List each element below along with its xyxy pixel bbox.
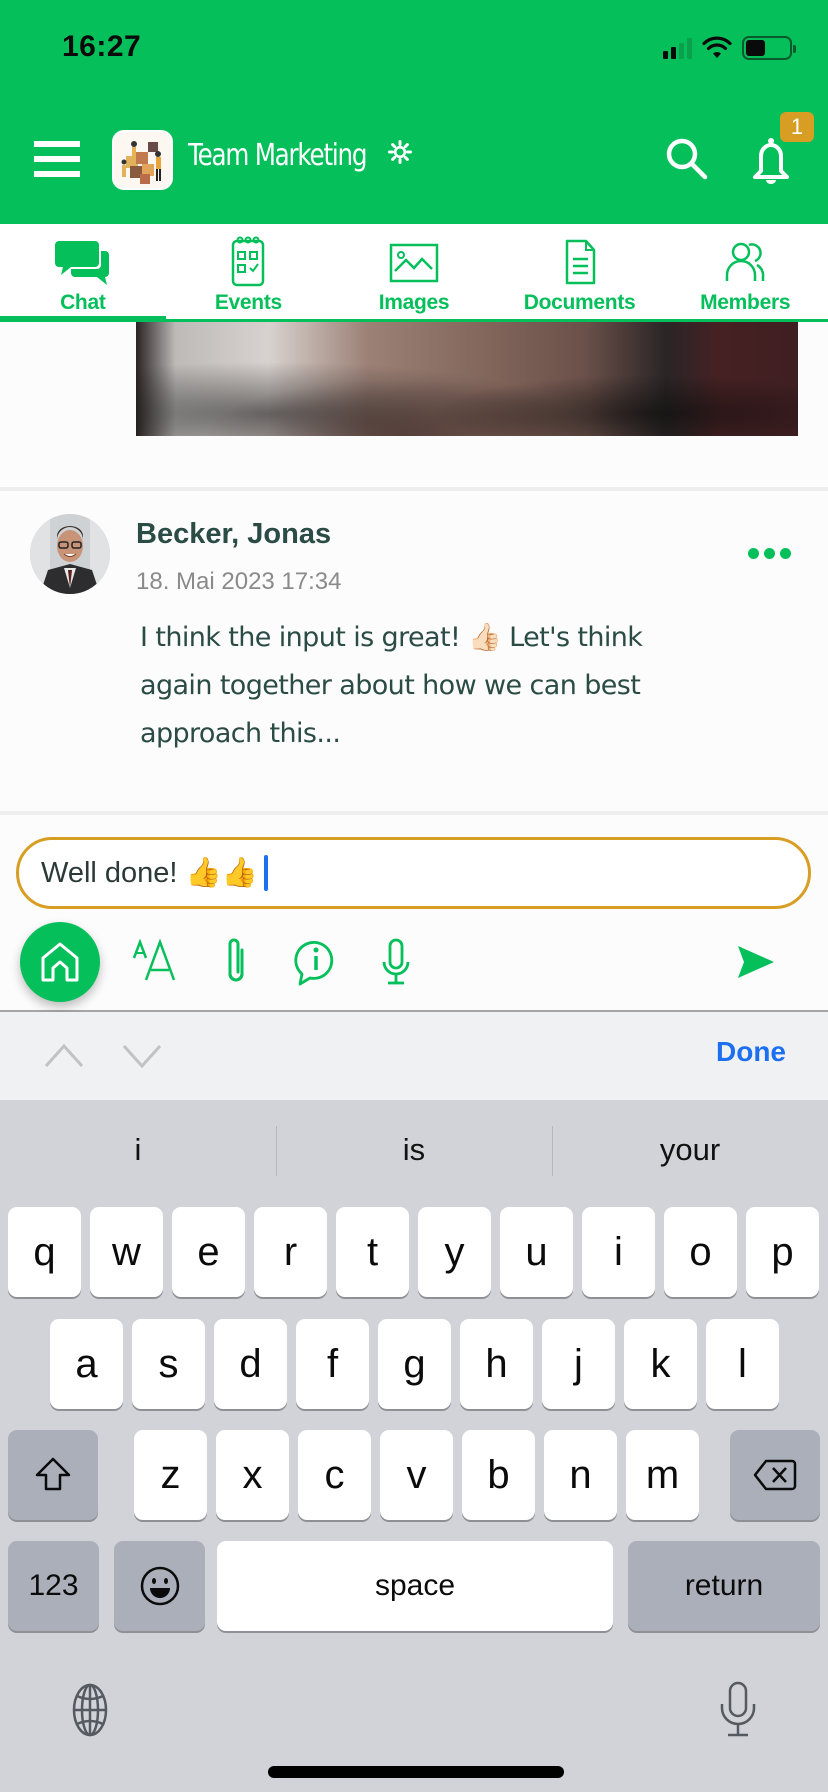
more-dots-icon [748, 548, 759, 559]
key-i[interactable]: i [582, 1207, 655, 1297]
tab-events[interactable]: Events [166, 224, 332, 319]
key-z[interactable]: z [134, 1430, 207, 1520]
battery-icon [742, 36, 796, 60]
group-title[interactable]: Team Marketing [188, 138, 367, 173]
message-composer: Well done! 👍👍 [0, 816, 828, 1012]
more-options-button[interactable] [748, 548, 796, 564]
key-l[interactable]: l [706, 1319, 779, 1409]
tab-label: Events [214, 291, 282, 314]
space-key[interactable]: space [217, 1541, 613, 1631]
wifi-icon [702, 36, 732, 58]
chevron-down-icon[interactable] [120, 1034, 164, 1078]
key-g[interactable]: g [378, 1319, 451, 1409]
key-q[interactable]: q [8, 1207, 81, 1297]
key-x[interactable]: x [216, 1430, 289, 1520]
key-j[interactable]: j [542, 1319, 615, 1409]
send-icon[interactable] [736, 944, 776, 980]
return-key[interactable]: return [628, 1541, 820, 1631]
puzzle-team-illustration [121, 141, 161, 184]
signal-icon [663, 37, 692, 59]
key-t[interactable]: t [336, 1207, 409, 1297]
key-a[interactable]: a [50, 1319, 123, 1409]
notification-badge: 1 [780, 112, 814, 142]
gear-icon[interactable] [388, 140, 412, 164]
home-indicator [268, 1766, 564, 1778]
microphone-icon[interactable] [372, 934, 420, 990]
key-k[interactable]: k [624, 1319, 697, 1409]
tab-bar: Chat Events Images Documents Members [0, 224, 828, 322]
suggestion-1[interactable]: i [0, 1100, 276, 1200]
avatar[interactable] [30, 514, 110, 594]
home-icon [41, 942, 79, 982]
status-icons [663, 36, 796, 60]
key-r[interactable]: r [254, 1207, 327, 1297]
emoji-icon [140, 1566, 179, 1606]
key-h[interactable]: h [460, 1319, 533, 1409]
backspace-key[interactable] [730, 1430, 820, 1520]
tab-label: Members [700, 291, 791, 314]
emoji-key[interactable] [114, 1541, 205, 1631]
group-logo[interactable] [112, 130, 173, 190]
composer-divider [0, 811, 828, 815]
paperclip-icon[interactable] [212, 934, 260, 990]
text-caret [263, 855, 268, 891]
shift-key[interactable] [8, 1430, 98, 1520]
home-button[interactable] [20, 922, 100, 1002]
done-button[interactable]: Done [716, 1036, 786, 1068]
message-input-value: Well done! 👍👍 [41, 857, 258, 889]
suggestion-2[interactable]: is [276, 1100, 552, 1200]
post-author[interactable]: Becker, Jonas [136, 518, 331, 551]
message-input[interactable]: Well done! 👍👍 [16, 837, 811, 909]
key-f[interactable]: f [296, 1319, 369, 1409]
key-m[interactable]: m [626, 1430, 699, 1520]
document-icon [565, 239, 595, 285]
key-u[interactable]: u [500, 1207, 573, 1297]
backspace-icon [753, 1459, 797, 1491]
keyboard-accessory-bar: Done [0, 1012, 828, 1100]
post-body: I think the input is great! 👍🏻 Let's thi… [140, 622, 643, 749]
key-e[interactable]: e [172, 1207, 245, 1297]
post-timestamp: 18. Mai 2023 17:34 [136, 568, 342, 595]
info-bubble-icon[interactable] [292, 934, 340, 990]
suggestion-3[interactable]: your [552, 1100, 828, 1200]
key-w[interactable]: w [90, 1207, 163, 1297]
members-icon [725, 242, 765, 281]
key-v[interactable]: v [380, 1430, 453, 1520]
tab-label: Chat [60, 291, 106, 314]
key-c[interactable]: c [298, 1430, 371, 1520]
bell-icon[interactable] [748, 136, 794, 186]
search-icon[interactable] [664, 136, 710, 182]
key-y[interactable]: y [418, 1207, 491, 1297]
key-n[interactable]: n [544, 1430, 617, 1520]
text-format-icon[interactable] [132, 934, 180, 990]
tab-label: Images [378, 291, 450, 314]
post-image[interactable] [136, 322, 798, 436]
chevron-up-icon[interactable] [42, 1034, 86, 1078]
key-p[interactable]: p [746, 1207, 819, 1297]
app-screen: 16:27 Team Marketing 1 Chat Events Image… [0, 0, 828, 1792]
predictive-suggestions: i is your [0, 1100, 828, 1200]
image-icon [389, 243, 439, 283]
menu-button[interactable] [34, 141, 80, 177]
numbers-key[interactable]: 123 [8, 1541, 99, 1631]
key-d[interactable]: d [214, 1319, 287, 1409]
tab-members[interactable]: Members [662, 224, 828, 319]
key-b[interactable]: b [462, 1430, 535, 1520]
post-divider [0, 487, 828, 491]
key-s[interactable]: s [132, 1319, 205, 1409]
globe-icon[interactable] [62, 1682, 118, 1738]
tab-label: Documents [523, 291, 636, 314]
chat-post: Becker, Jonas 18. Mai 2023 17:34 I think… [0, 492, 828, 812]
shift-icon [35, 1457, 71, 1491]
tab-documents[interactable]: Documents [497, 224, 663, 319]
key-o[interactable]: o [664, 1207, 737, 1297]
chat-bubbles-icon [54, 241, 109, 285]
calendar-icon [232, 236, 265, 287]
status-time: 16:27 [62, 30, 142, 63]
author-photo [30, 514, 110, 594]
tab-images[interactable]: Images [331, 224, 497, 319]
tab-chat[interactable]: Chat [0, 224, 166, 322]
dictation-microphone-icon[interactable] [710, 1680, 766, 1740]
top-bar: 16:27 Team Marketing 1 [0, 0, 828, 224]
